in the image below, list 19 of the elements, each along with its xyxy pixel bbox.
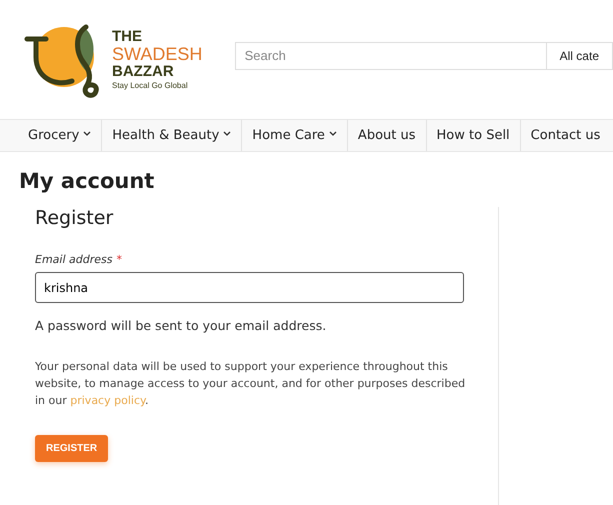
email-field[interactable]: krishna [35,272,464,303]
nav-item[interactable]: Contact us [520,120,610,151]
category-dropdown[interactable]: All cate [546,42,613,70]
section-heading: Register [35,207,114,229]
logo-text: SWADESH [112,44,202,64]
field-label: Email address [35,253,112,266]
nav-item[interactable]: Home Care [242,120,348,151]
page-title: My account [19,169,156,193]
logo-tagline: Stay Local Go Global [112,82,189,90]
search-field[interactable]: Search [234,42,547,70]
nav-item[interactable]: Health & Beauty [102,120,242,151]
logo-text: THE [112,29,143,45]
required-mark: * [116,253,122,266]
logo-text: BAZZAR [112,64,175,80]
privacy-notice: Your personal data will be used to support your experience throughout this website, to manage access to your account, and for other purposes described in our privacy policy. [35,359,466,409]
nav-item[interactable]: About us [348,120,427,151]
password-note: A password will be sent to your email address. [35,318,328,333]
nav-item[interactable]: How to Sell [426,120,521,151]
nav-item[interactable]: Grocery [18,120,102,151]
